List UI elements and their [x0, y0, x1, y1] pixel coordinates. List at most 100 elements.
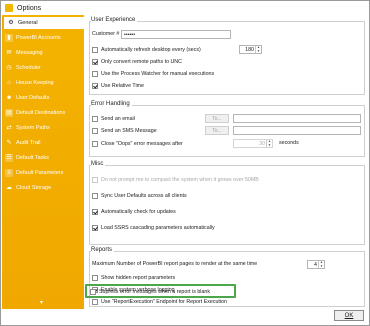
sidebar-item-default-destinations[interactable]: ▤ Default Destinations [2, 107, 84, 119]
ok-button[interactable]: OK [334, 310, 364, 321]
sidebar-item-powerbi-accounts[interactable]: ▮ PowerBI Accounts [2, 32, 84, 44]
convert-unc-checkbox[interactable] [92, 58, 98, 65]
process-watcher-checkbox[interactable] [92, 70, 98, 77]
process-watcher-checkbox-row[interactable]: Use the Process Watcher for manual execu… [92, 69, 214, 78]
sidebar-item-cloud-storage[interactable]: ☁ Cloud Storage [2, 182, 84, 194]
sidebar-item-audit-trail[interactable]: ✎ Audit Trail [2, 137, 84, 149]
supress-errors-checkbox-row[interactable]: Supress error messages when a report is … [90, 287, 210, 296]
close-oops-checkbox[interactable] [92, 140, 98, 147]
cloud-icon: ☁ [6, 185, 12, 191]
report-execution-checkbox-row[interactable]: Use "ReportExecution" Endpoint for Repor… [92, 297, 227, 306]
sms-to-button[interactable]: To... [205, 126, 229, 135]
send-sms-checkbox[interactable] [92, 127, 98, 134]
sidebar-item-user-defaults[interactable]: ☻ User Defaults [2, 92, 84, 104]
sms-to-field[interactable] [233, 126, 361, 135]
customer-number-field[interactable]: •••••• [121, 30, 231, 39]
stepper-arrows-icon[interactable]: ▲ ▼ [255, 45, 261, 53]
tasks-icon: ☰ [5, 154, 13, 162]
title-bar: Options [1, 1, 369, 15]
process-watcher-label: Use the Process Watcher for manual execu… [101, 70, 215, 77]
max-pages-stepper[interactable]: 4 ▲ ▼ [307, 260, 325, 269]
sidebar-item-scheduler[interactable]: ◷ Scheduler [2, 62, 84, 74]
sidebar-item-default-tasks[interactable]: ☰ Default Tasks [2, 152, 84, 164]
supress-errors-checkbox[interactable] [90, 288, 96, 295]
compact-label: Do not prompt me to compact the system w… [101, 176, 259, 183]
sidebar-item-system-paths[interactable]: ⇄ System Paths [2, 122, 84, 134]
send-email-label: Send an email [101, 115, 135, 122]
max-pages-label: Maximum Number of PowerBI report pages t… [92, 261, 258, 267]
sidebar-item-label: General [18, 20, 38, 26]
sidebar-item-general[interactable]: ⚙ General [2, 17, 84, 29]
compact-checkbox[interactable] [92, 176, 98, 183]
convert-unc-checkbox-row[interactable]: Only convert remote paths to UNC [92, 57, 182, 66]
sidebar-item-house-keeping[interactable]: ⌂ House Keeping [2, 77, 84, 89]
send-email-checkbox[interactable] [92, 115, 98, 122]
auto-refresh-checkbox[interactable] [92, 46, 98, 53]
auto-refresh-label: Automatically refresh desktop every (sec… [101, 46, 201, 53]
auto-refresh-seconds-stepper[interactable]: 180 ▲ ▼ [239, 45, 262, 54]
sidebar-item-label: Default Parameters [16, 170, 64, 176]
relative-time-checkbox[interactable] [92, 82, 98, 89]
ok-button-label: OK [344, 312, 354, 319]
send-email-checkbox-row[interactable]: Send an email [92, 114, 135, 123]
load-ssrs-label: Load SSRS cascading parameters automatic… [101, 224, 215, 231]
sync-user-defaults-label: Sync User Defaults across all clients [101, 192, 187, 199]
sidebar-item-label: Default Tasks [16, 155, 49, 161]
auto-refresh-checkbox-row[interactable]: Automatically refresh desktop every (sec… [92, 45, 201, 54]
sidebar-item-label: Default Destinations [16, 110, 66, 116]
sidebar-item-label: Audit Trail [16, 140, 41, 146]
check-updates-label: Automatically check for updates [101, 208, 176, 215]
relative-time-label: Use Relative Time [101, 82, 144, 89]
seconds-unit-label: seconds [279, 140, 299, 146]
clock-icon: ◷ [6, 65, 12, 71]
report-execution-checkbox[interactable] [92, 298, 98, 305]
sidebar-item-messaging[interactable]: ✉ Messaging [2, 47, 84, 59]
audit-icon: ✎ [6, 140, 12, 146]
sync-user-defaults-checkbox[interactable] [92, 192, 98, 199]
email-to-button[interactable]: To... [205, 114, 229, 123]
user-icon: ☻ [5, 95, 13, 101]
user-experience-group: User Experience Customer # •••••• Automa… [89, 17, 365, 95]
sidebar-item-label: House Keeping [16, 80, 54, 86]
convert-unc-label: Only convert remote paths to UNC [101, 58, 182, 65]
window-title: Options [17, 4, 42, 12]
show-hidden-checkbox[interactable] [92, 274, 98, 281]
stepper-arrows-icon[interactable]: ▲ ▼ [266, 139, 272, 147]
close-oops-seconds-value: 30 [259, 140, 265, 147]
reports-group: Reports Maximum Number of PowerBI report… [89, 247, 365, 307]
close-oops-label: Close "Oops" error messages after [101, 140, 183, 147]
gear-icon: ⚙ [8, 20, 14, 26]
sidebar-item-default-parameters[interactable]: ≡ Default Parameters [2, 167, 84, 179]
options-window: Options ⚙ General ▮ PowerBI Accounts ✉ M… [0, 0, 370, 326]
sidebar-item-label: Messaging [16, 50, 43, 56]
show-hidden-checkbox-row[interactable]: Show hidden report parameters [92, 273, 175, 282]
stepper-arrows-icon[interactable]: ▲ ▼ [318, 260, 324, 268]
misc-group: Misc Do not prompt me to compact the sys… [89, 161, 365, 245]
close-oops-seconds-stepper[interactable]: 30 ▲ ▼ [233, 139, 273, 148]
sidebar-item-label: System Paths [16, 125, 50, 131]
send-sms-checkbox-row[interactable]: Send an SMS Message [92, 126, 157, 135]
path-icon: ⇄ [6, 125, 12, 131]
check-updates-checkbox[interactable] [92, 208, 98, 215]
supress-errors-label: Supress error messages when a report is … [99, 288, 210, 295]
compact-checkbox-row[interactable]: Do not prompt me to compact the system w… [92, 175, 259, 184]
load-ssrs-checkbox-row[interactable]: Load SSRS cascading parameters automatic… [92, 223, 215, 232]
sync-user-defaults-checkbox-row[interactable]: Sync User Defaults across all clients [92, 191, 187, 200]
show-hidden-label: Show hidden report parameters [101, 274, 176, 281]
sidebar: ⚙ General ▮ PowerBI Accounts ✉ Messaging… [2, 15, 84, 309]
group-title: Error Handling [91, 101, 132, 107]
email-to-field[interactable] [233, 114, 361, 123]
customer-number-value: •••••• [124, 31, 136, 38]
relative-time-checkbox-row[interactable]: Use Relative Time [92, 81, 144, 90]
parameters-icon: ≡ [5, 169, 13, 177]
sidebar-item-label: User Defaults [16, 95, 50, 101]
close-oops-checkbox-row[interactable]: Close "Oops" error messages after [92, 139, 183, 148]
auto-refresh-seconds-value: 180 [245, 46, 254, 53]
send-sms-label: Send an SMS Message [101, 127, 157, 134]
check-updates-checkbox-row[interactable]: Automatically check for updates [92, 207, 176, 216]
group-title: User Experience [91, 17, 138, 23]
powerbi-icon: ▮ [5, 34, 13, 42]
chevron-down-icon[interactable]: ▾ [40, 299, 43, 306]
group-title: Misc [91, 161, 106, 167]
load-ssrs-checkbox[interactable] [92, 224, 98, 231]
